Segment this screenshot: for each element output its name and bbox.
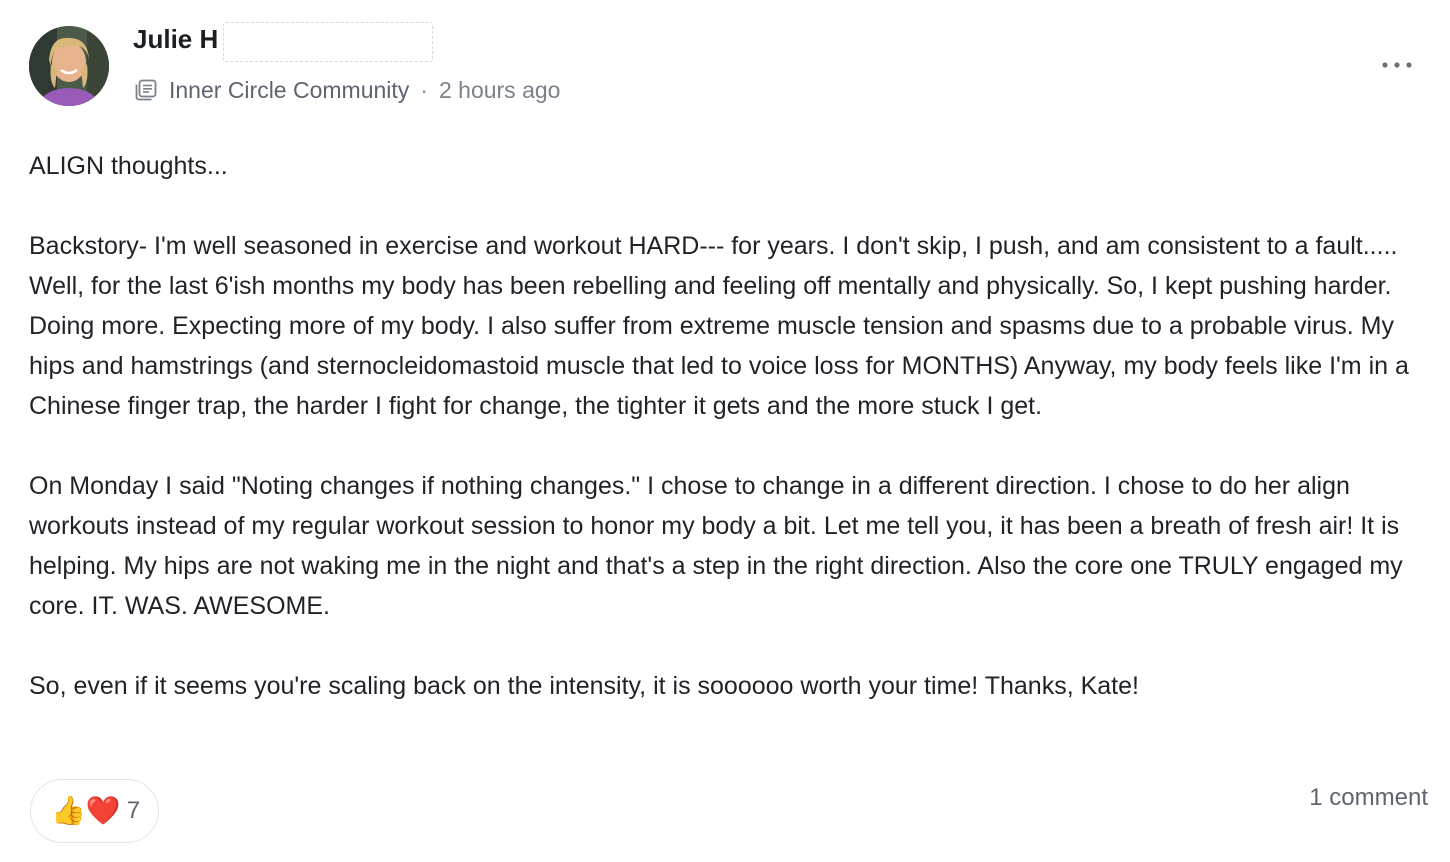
post-options-button[interactable]	[1378, 52, 1416, 78]
more-horizontal-icon	[1382, 62, 1412, 68]
post-paragraph: On Monday I said "Noting changes if noth…	[29, 472, 1403, 620]
space-link[interactable]: Inner Circle Community	[169, 77, 409, 104]
meta-separator: ·	[420, 76, 428, 103]
author-name[interactable]: Julie H	[133, 22, 218, 56]
post-body: ALIGN thoughts... Backstory- I'm well se…	[29, 146, 1429, 746]
post-paragraph: ALIGN thoughts...	[29, 152, 228, 180]
comments-link[interactable]: 1 comment	[1309, 784, 1428, 812]
space-feed-icon	[133, 77, 159, 103]
author-avatar[interactable]	[29, 26, 109, 106]
community-post: Julie H Inner Circle Community · 2 hours…	[0, 0, 1450, 862]
post-timestamp[interactable]: 2 hours ago	[439, 77, 560, 104]
reactions-button[interactable]: 👍 ❤️ 7	[30, 779, 160, 843]
reaction-count: 7	[126, 797, 141, 824]
redacted-name-overlay	[223, 22, 433, 62]
heart-icon: ❤️	[85, 794, 121, 827]
post-paragraph: Backstory- I'm well seasoned in exercise…	[29, 232, 1409, 420]
post-meta: Inner Circle Community · 2 hours ago	[133, 74, 560, 106]
post-paragraph: So, even if it seems you're scaling back…	[29, 672, 1139, 700]
thumbs-up-icon: 👍	[51, 794, 86, 827]
